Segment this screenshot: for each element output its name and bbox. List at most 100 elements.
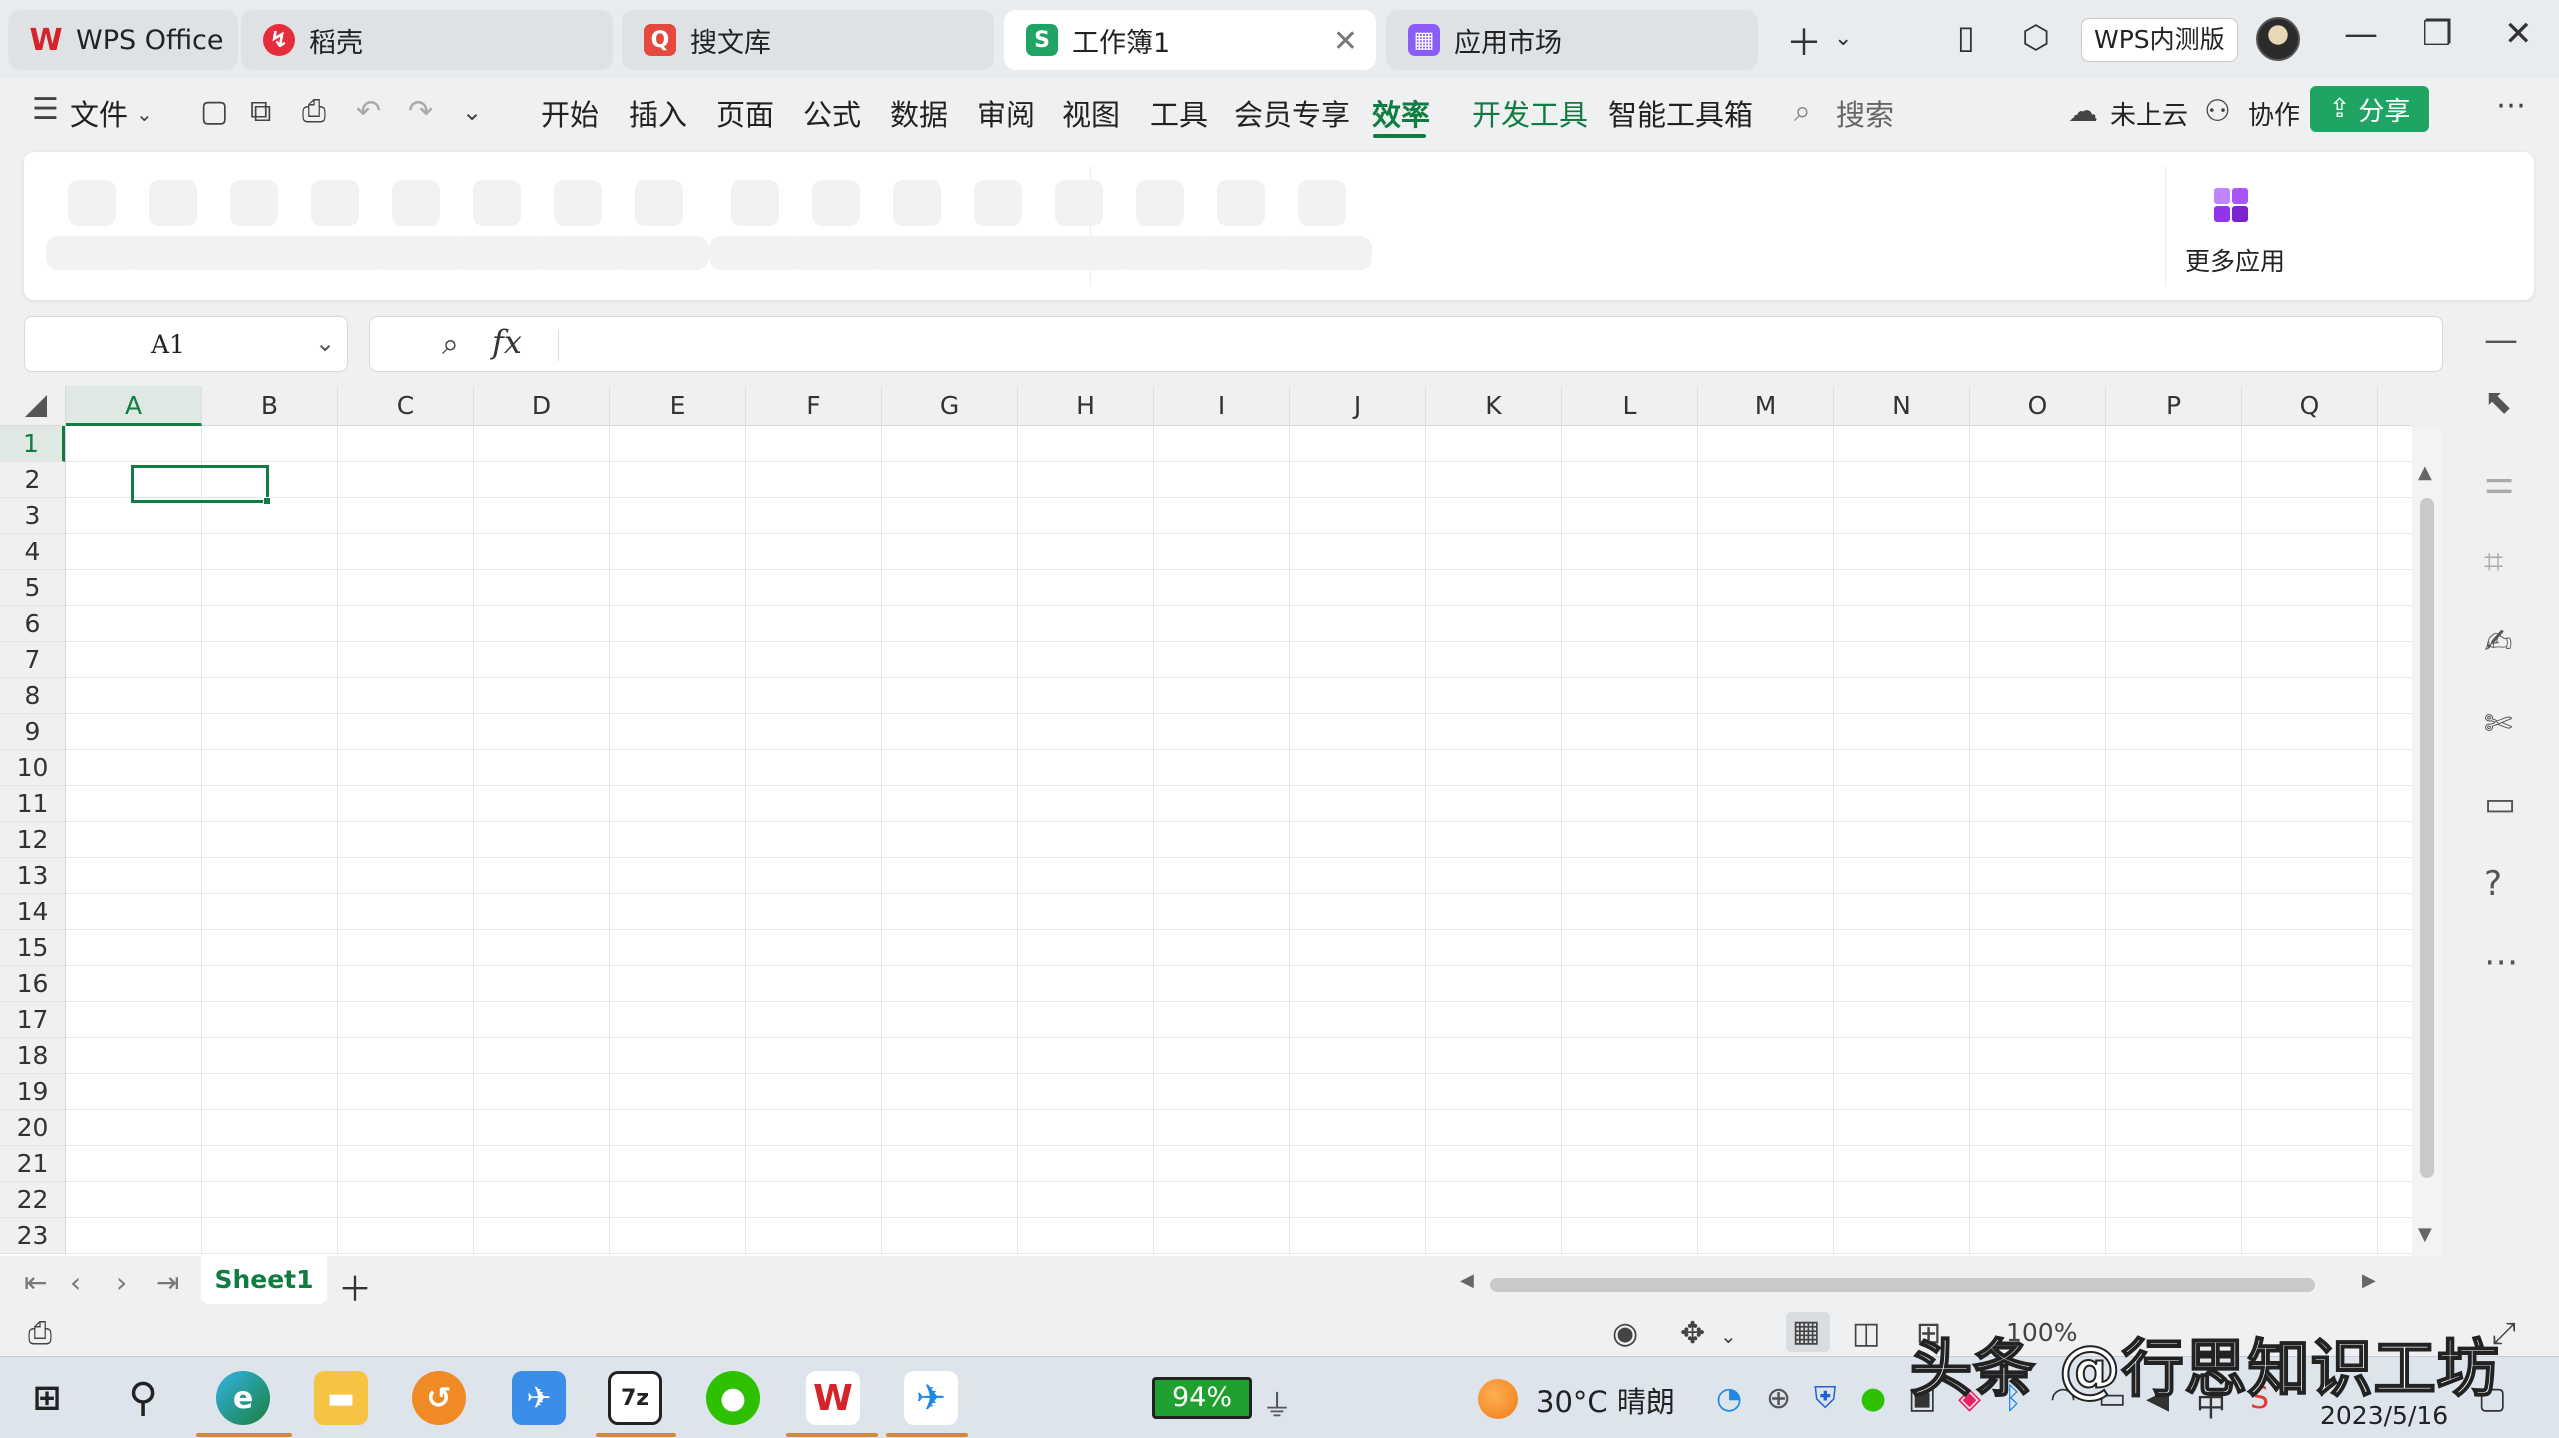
prev-sheet-icon[interactable]: ‹ [70, 1266, 81, 1299]
read-mode-icon[interactable]: ▭ [2484, 784, 2516, 824]
row-header[interactable]: 9 [0, 714, 65, 750]
row-header[interactable]: 12 [0, 822, 65, 858]
tab-daoke[interactable]: ↯ 稻壳 [241, 10, 613, 70]
vertical-scrollbar[interactable]: ▲ ▼ [2412, 428, 2442, 1256]
column-header[interactable]: C [338, 386, 474, 426]
restore-icon[interactable]: ❐ [2422, 14, 2452, 54]
first-sheet-icon[interactable]: ⇤ [24, 1266, 47, 1299]
row-header[interactable]: 5 [0, 570, 65, 606]
collapse-icon[interactable]: — [2484, 320, 2518, 360]
formula-bar[interactable]: ⌕ fx [369, 316, 2443, 372]
wechat-icon[interactable]: ● [706, 1371, 760, 1425]
tools-icon[interactable]: ✄ [2484, 704, 2513, 744]
sign-icon[interactable]: ✍ [2484, 622, 2513, 662]
edition-badge[interactable]: WPS内测版 [2081, 18, 2238, 62]
cloud-status[interactable]: 未上云 [2110, 95, 2188, 132]
row-header[interactable]: 4 [0, 534, 65, 570]
menu-page[interactable]: 页面 [716, 92, 774, 134]
row-header[interactable]: 20 [0, 1110, 65, 1146]
next-sheet-icon[interactable]: › [116, 1266, 127, 1299]
vertical-scroll-thumb[interactable] [2420, 498, 2434, 1178]
column-header[interactable]: A [66, 386, 202, 426]
focus-mode-icon[interactable]: ✥ [1680, 1316, 1705, 1351]
fill-handle[interactable] [263, 497, 271, 505]
menu-view[interactable]: 视图 [1062, 92, 1120, 134]
close-window-icon[interactable]: ✕ [2504, 14, 2533, 54]
last-sheet-icon[interactable]: ⇥ [156, 1266, 179, 1299]
row-header[interactable]: 14 [0, 894, 65, 930]
more-options-icon[interactable]: ⋯ [2496, 88, 2526, 123]
search-icon[interactable]: ⚲ [116, 1371, 170, 1425]
zoom-formula-icon[interactable]: ⌕ [442, 327, 459, 362]
cube-icon[interactable]: ⬡ [2022, 18, 2050, 56]
column-header[interactable]: J [1290, 386, 1426, 426]
column-header[interactable]: O [1970, 386, 2106, 426]
shield-icon[interactable]: ⛨ [1814, 1381, 1837, 1416]
file-explorer-icon[interactable]: ▬ [314, 1371, 368, 1425]
undo-icon[interactable]: ↶ [356, 94, 381, 129]
row-header[interactable]: 18 [0, 1038, 65, 1074]
column-header[interactable]: H [1018, 386, 1154, 426]
avatar[interactable] [2256, 17, 2300, 61]
windows-start-icon[interactable]: ⊞ [20, 1371, 74, 1425]
scroll-down-icon[interactable]: ▼ [2418, 1224, 2432, 1245]
wechat-tray-icon[interactable]: ● [1860, 1381, 1886, 1416]
weather-status[interactable]: 30°C 晴朗 [1536, 1379, 1675, 1421]
menu-efficiency[interactable]: 效率 [1372, 92, 1430, 134]
select-cursor-icon[interactable]: ⬉ [2484, 382, 2513, 422]
hamburger-icon[interactable]: ☰ [32, 92, 59, 127]
more-icon[interactable]: ⋯ [2484, 942, 2518, 982]
row-header[interactable]: 23 [0, 1218, 65, 1254]
column-header[interactable]: M [1698, 386, 1834, 426]
search-button[interactable]: 搜索 [1836, 92, 1894, 134]
chevron-down-icon[interactable]: ⌄ [1720, 1324, 1737, 1348]
row-header[interactable]: 22 [0, 1182, 65, 1218]
7zip-icon[interactable]: 7z [608, 1371, 662, 1425]
row-header[interactable]: 3 [0, 498, 65, 534]
normal-view-button[interactable]: ▦ [1786, 1312, 1830, 1352]
close-tab-icon[interactable]: ✕ [1333, 24, 1358, 59]
row-header[interactable]: 10 [0, 750, 65, 786]
insert-function-button[interactable]: fx [492, 323, 522, 361]
dingtalk-icon[interactable]: ✈ [904, 1371, 958, 1425]
column-header[interactable]: L [1562, 386, 1698, 426]
column-header[interactable]: P [2106, 386, 2242, 426]
tab-wps-office[interactable]: W WPS Office [8, 10, 238, 70]
column-header[interactable]: Q [2242, 386, 2378, 426]
active-cell[interactable] [131, 465, 269, 503]
scroll-up-icon[interactable]: ▲ [2418, 462, 2432, 483]
share-button[interactable]: ⇪ 分享 [2310, 86, 2429, 132]
menu-data[interactable]: 数据 [890, 92, 948, 134]
column-header[interactable]: G [882, 386, 1018, 426]
column-header[interactable]: N [1834, 386, 1970, 426]
column-header[interactable]: E [610, 386, 746, 426]
menu-insert[interactable]: 插入 [629, 92, 687, 134]
crop-icon[interactable]: ⌗ [2484, 542, 2503, 582]
row-header[interactable]: 11 [0, 786, 65, 822]
tab-souwenku[interactable]: Q 搜文库 [622, 10, 994, 70]
globe-icon[interactable]: ⊕ [1766, 1381, 1791, 1416]
battery-indicator[interactable]: 94% [1152, 1377, 1252, 1419]
row-header[interactable]: 6 [0, 606, 65, 642]
customize-toolbar-icon[interactable]: ⌄ [462, 98, 482, 126]
spreadsheet-grid[interactable]: ABCDEFGHIJKLMNOPQ 1 2 3 4 5 6 7 8 9 10 11 12 13 14 15 1… [0, 386, 2412, 1256]
sheet-tab-sheet1[interactable]: Sheet1 [201, 1256, 327, 1304]
select-all-corner[interactable] [0, 386, 66, 426]
row-header[interactable]: 1 [0, 426, 65, 462]
horizontal-scroll-thumb[interactable] [1490, 1278, 2315, 1292]
row-header[interactable]: 7 [0, 642, 65, 678]
sidebar-toggle-icon[interactable]: ▯ [1957, 18, 1975, 56]
cloud-icon[interactable]: ☁ [2068, 94, 2098, 129]
collaborate-icon[interactable]: ⚇ [2204, 94, 2231, 129]
menu-start[interactable]: 开始 [541, 92, 599, 134]
tab-workbook1[interactable]: S 工作簿1 ✕ [1004, 10, 1376, 70]
file-menu[interactable]: 文件 [70, 92, 128, 134]
row-header[interactable]: 15 [0, 930, 65, 966]
macro-record-icon[interactable]: ⎙ [28, 1316, 52, 1351]
more-apps-icon[interactable] [2212, 186, 2252, 226]
row-header[interactable]: 21 [0, 1146, 65, 1182]
help-icon[interactable]: ? [2484, 864, 2502, 904]
menu-tools[interactable]: 工具 [1150, 92, 1208, 134]
chevron-down-icon[interactable]: ⌄ [1834, 26, 1852, 51]
chevron-down-icon[interactable]: ⌄ [136, 102, 153, 126]
